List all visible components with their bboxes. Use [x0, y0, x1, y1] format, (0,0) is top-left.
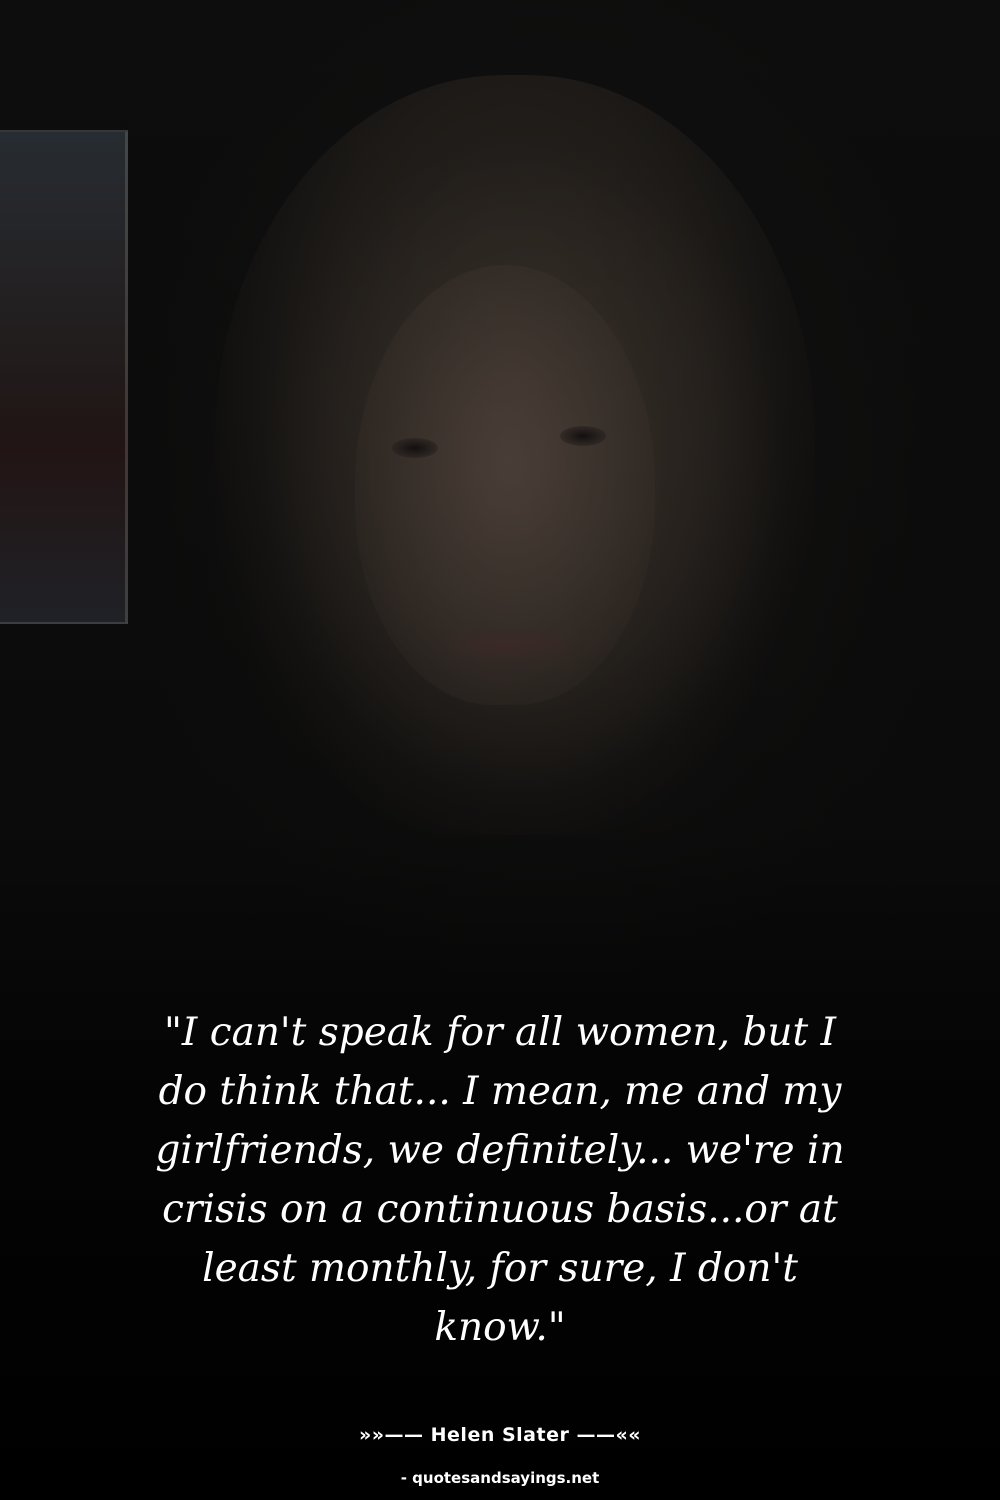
source-credit: - quotesandsayings.net: [400, 1469, 600, 1487]
quote-author: »»—— Helen Slater ——««: [358, 1424, 641, 1446]
portrait-right-eye: [560, 426, 606, 446]
quote-text: "I can't speak for all women, but I do t…: [155, 1010, 845, 1350]
wall-poster: [0, 130, 128, 624]
portrait-mouth: [440, 632, 580, 662]
quote-card: "I can't speak for all women, but I do t…: [0, 0, 1000, 1500]
portrait-left-eye: [392, 438, 438, 458]
